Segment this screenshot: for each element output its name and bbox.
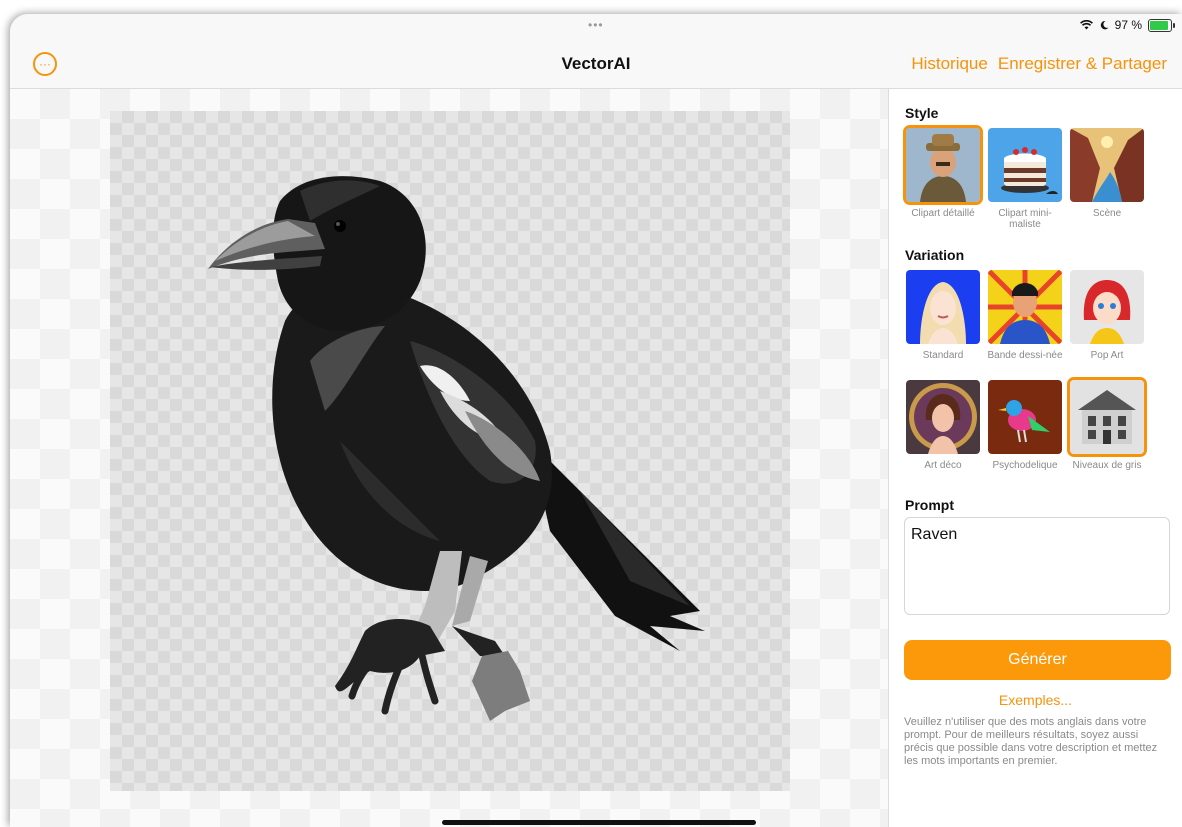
variation-tile-psychedelic[interactable]: Psychodelique xyxy=(985,377,1065,471)
cake-thumbnail xyxy=(985,125,1065,205)
variation-label-pop-art: Pop Art xyxy=(1090,350,1124,361)
style-label-minimalist-clipart: Clipart mini-maliste xyxy=(998,208,1052,230)
raven-body xyxy=(272,285,552,591)
blonde-woman-thumbnail xyxy=(903,267,983,347)
save-share-button[interactable]: Enregistrer & Partager xyxy=(998,54,1167,74)
canyon-river-thumbnail xyxy=(1067,125,1147,205)
variation-section-title: Variation xyxy=(905,247,965,263)
prompt-input[interactable]: Raven xyxy=(904,517,1170,615)
nav-actions: Historique Enregistrer & Partager xyxy=(911,54,1167,74)
prompt-help-text: Veuillez n'utiliser que des mots anglais… xyxy=(904,716,1158,767)
battery-icon xyxy=(1148,18,1175,32)
raven-beak xyxy=(208,219,325,270)
moon-icon xyxy=(1100,20,1109,30)
examples-link[interactable]: Exemples... xyxy=(889,692,1182,708)
multitasking-dots[interactable]: ••• xyxy=(588,18,604,32)
variation-tile-grayscale[interactable]: Niveaux de gris xyxy=(1067,377,1147,471)
colorful-bird-thumbnail xyxy=(985,377,1065,457)
canvas-area[interactable] xyxy=(10,89,888,827)
settings-panel: Style Clipart détaillé Clipart mini-mali… xyxy=(889,89,1182,827)
raven-illustration xyxy=(208,176,705,721)
variation-label-standard: Standard xyxy=(922,350,964,361)
variation-tile-standard[interactable]: Standard xyxy=(903,267,983,361)
variation-tile-comic[interactable]: Bande dessi-née xyxy=(985,267,1065,361)
prompt-section-title: Prompt xyxy=(905,497,954,513)
raven-tail xyxy=(530,441,705,651)
navigation-bar: ··· VectorAI Historique Enregistrer & Pa… xyxy=(10,38,1182,89)
art-deco-woman-thumbnail xyxy=(903,377,983,457)
status-right: 97 % xyxy=(1079,18,1175,32)
status-bar: ••• 97 % xyxy=(10,14,1182,38)
style-section-title: Style xyxy=(905,105,939,121)
variation-tile-art-deco[interactable]: Art déco xyxy=(903,377,983,471)
style-tile-minimalist-clipart[interactable]: Clipart mini-maliste xyxy=(985,125,1065,230)
variation-label-art-deco: Art déco xyxy=(924,460,962,471)
variation-label-grayscale: Niveaux de gris xyxy=(1072,460,1142,471)
style-label-scene: Scène xyxy=(1092,208,1122,219)
style-tile-scene[interactable]: Scène xyxy=(1067,125,1147,219)
variation-label-comic: Bande dessi-née xyxy=(987,350,1063,361)
branch-stub xyxy=(472,651,530,721)
red-hair-girl-thumbnail xyxy=(1067,267,1147,347)
ipad-screen: ••• 97 % ··· VectorAI Historique Enregis… xyxy=(10,14,1182,827)
comic-hero-thumbnail xyxy=(985,267,1065,347)
history-button[interactable]: Historique xyxy=(911,54,988,74)
generate-button[interactable]: Générer xyxy=(904,640,1171,680)
variation-tile-pop-art[interactable]: Pop Art xyxy=(1067,267,1147,361)
style-label-detailed-clipart: Clipart détaillé xyxy=(911,208,975,219)
home-indicator[interactable] xyxy=(442,820,756,825)
battery-percentage: 97 % xyxy=(1114,18,1142,32)
man-with-hat-thumbnail xyxy=(903,125,983,205)
style-tile-detailed-clipart[interactable]: Clipart détaillé xyxy=(903,125,983,219)
variation-label-psychedelic: Psychodelique xyxy=(992,460,1058,471)
gray-house-thumbnail xyxy=(1067,377,1147,457)
generated-image-artboard[interactable] xyxy=(110,111,790,791)
wifi-icon xyxy=(1079,20,1093,30)
